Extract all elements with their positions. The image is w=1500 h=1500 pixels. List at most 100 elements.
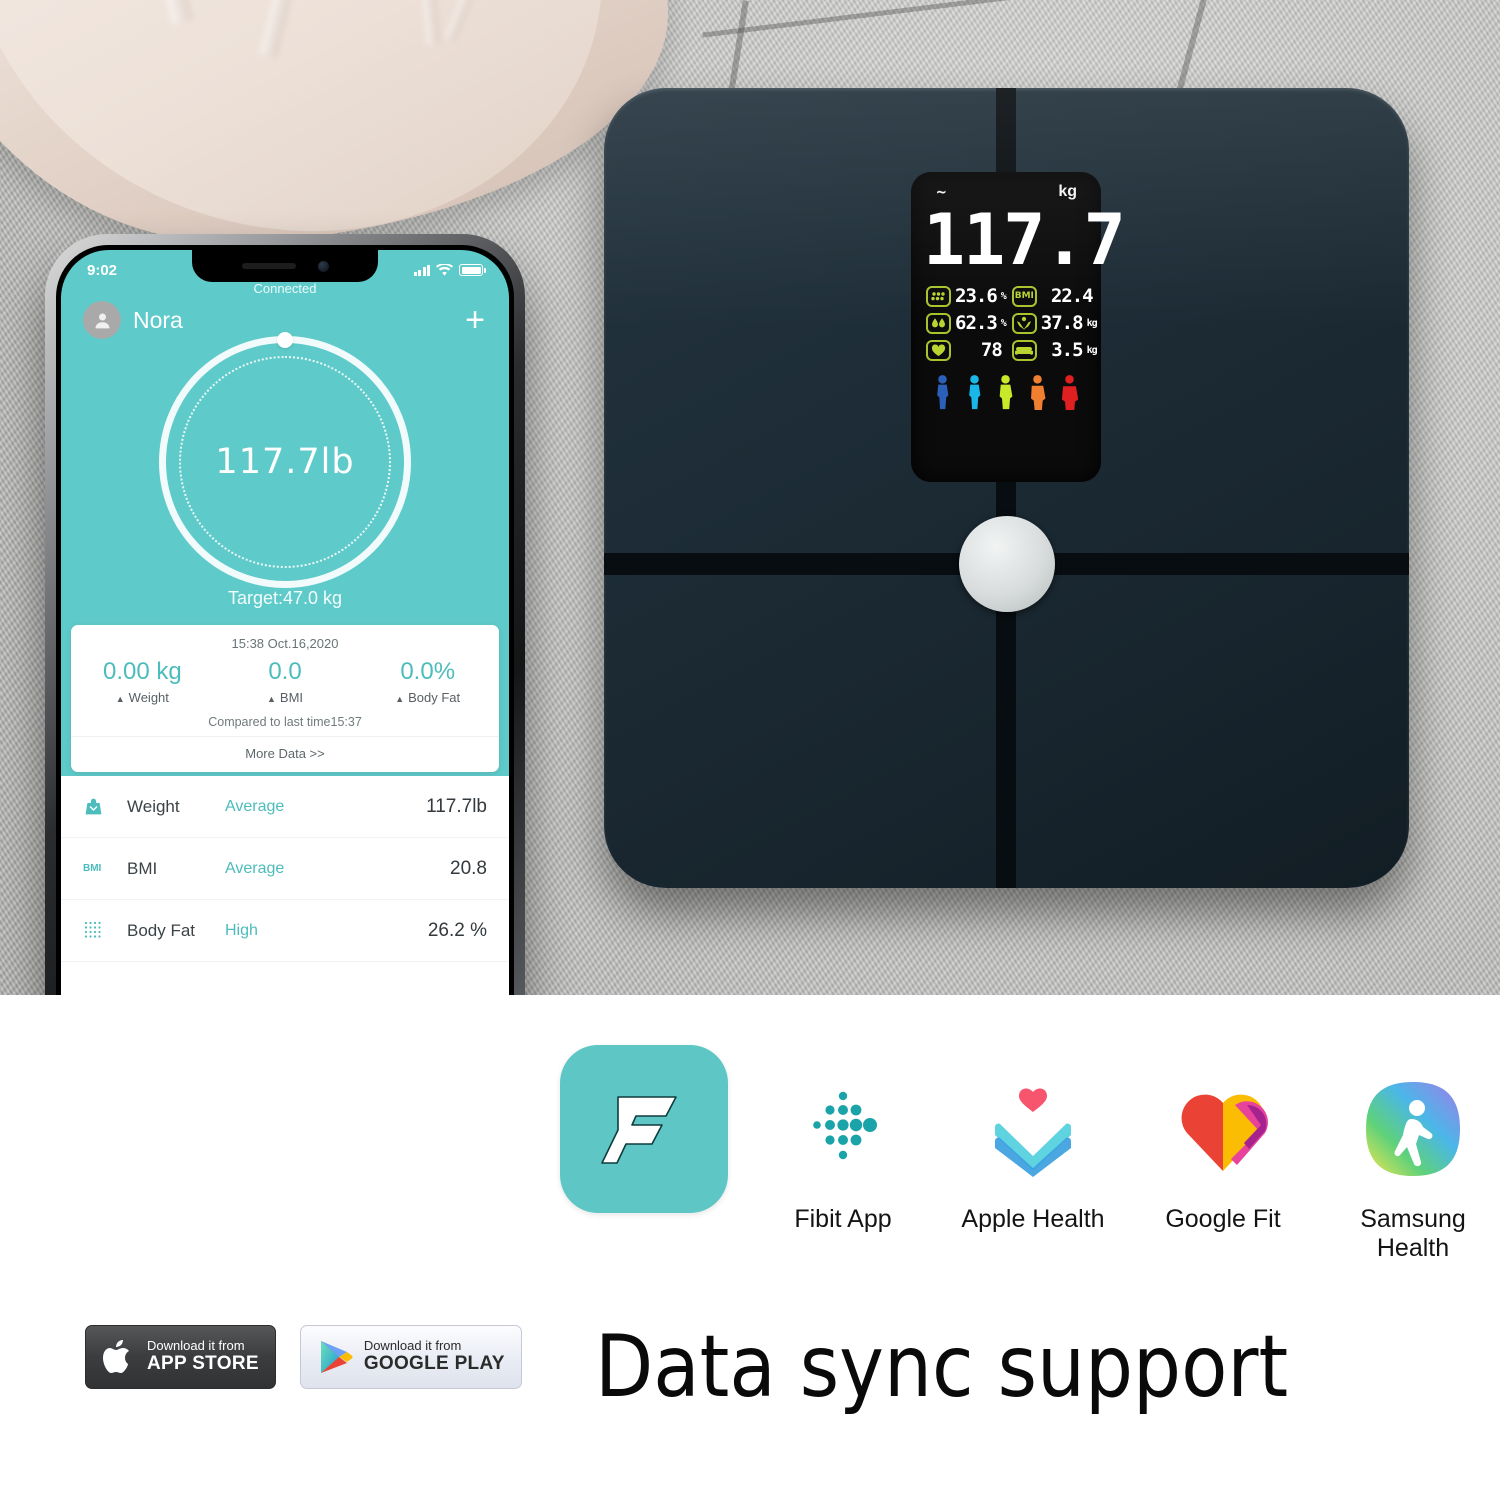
body-type-figure: [1031, 374, 1046, 410]
more-data-link[interactable]: More Data >>: [71, 737, 499, 772]
app-icon-wrap: [1171, 1063, 1275, 1195]
app-store-badge[interactable]: Download it from APP STORE: [85, 1325, 276, 1389]
app-label: Fibit App: [794, 1205, 892, 1233]
photo-scene: ~ kg 117.7 23.6 % BMI 22.4 62.3 % 37.8 k…: [0, 0, 1500, 995]
bmi-text-icon: BMI: [83, 863, 102, 874]
delta-label: ▲ Weight: [115, 690, 169, 705]
badge-big-text: GOOGLE PLAY: [363, 1352, 505, 1374]
badge-texts: Download it from APP STORE: [147, 1339, 259, 1374]
app-item-fibit-logo: [560, 1045, 728, 1213]
store-badges-row: Download it from APP STORE Download it f…: [85, 1325, 522, 1389]
user-avatar-icon[interactable]: [83, 301, 121, 339]
led-weight-value: 117.7: [923, 199, 1126, 281]
led-metric-muscle: 37.8 kg: [1011, 312, 1098, 334]
measurement-date: 15:38 Oct.16,2020: [231, 636, 339, 651]
apple-health-icon: [995, 1088, 1071, 1177]
status-indicators: [413, 263, 486, 277]
delta-value: 0.0: [268, 658, 302, 685]
status-time: 9:02: [87, 261, 118, 279]
google-play-icon: [320, 1341, 353, 1373]
bone-icon: [1011, 339, 1037, 361]
led-metric-suffix: %: [1000, 290, 1007, 302]
scale-led-display: ~ kg 117.7 23.6 % BMI 22.4 62.3 % 37.8 k…: [911, 172, 1126, 482]
led-metric-body-fat: 23.6 %: [926, 285, 1007, 307]
list-item[interactable]: BMI BMI Average 20.8: [61, 838, 509, 900]
led-metric-water: 62.3 %: [926, 312, 1007, 334]
led-metric-suffix: kg: [1086, 344, 1098, 356]
app-item-fibit: Fibit App: [768, 1063, 918, 1234]
body-fat-dots-icon: [83, 920, 117, 942]
badge-texts: Download it from GOOGLE PLAY: [364, 1339, 505, 1374]
user-name-label: Nora: [133, 306, 183, 333]
app-icon-wrap: [981, 1063, 1085, 1195]
app-item-google-fit: Google Fit: [1148, 1063, 1298, 1234]
delta-label: ▲ Body Fat: [395, 690, 461, 705]
metric-value: 26.2 %: [427, 919, 487, 941]
badge-big-text: APP STORE: [147, 1352, 259, 1374]
delta-stats-row: 0.00 kg ▲ Weight 0.0 ▲ BMI 0.0% ▲ Body Fat: [71, 651, 499, 708]
add-user-button[interactable]: +: [465, 303, 487, 337]
fabric-fold: [259, 0, 347, 59]
supported-apps-row: Fibit App Apple Health Google Fit Samsun…: [560, 1045, 1488, 1263]
samsung-health-icon: [1366, 1082, 1460, 1176]
delta-arrow-icon: ▲: [395, 694, 405, 704]
app-label: Google Fit: [1165, 1205, 1281, 1233]
list-item[interactable]: Body Fat High 26.2 %: [61, 900, 509, 962]
s-logo-icon: ~: [935, 183, 947, 201]
phone-screen: 9:02 Connected Nora + 117.7lb Target:47.…: [61, 250, 509, 995]
body-fat-icon: [926, 285, 951, 307]
app-icon-wrap: [560, 1045, 728, 1213]
app-label: Samsung Health: [1360, 1205, 1466, 1262]
google-play-badge[interactable]: Download it from GOOGLE PLAY: [299, 1325, 522, 1389]
delta-stat-body-fat: 0.0% ▲ Body Fat: [356, 658, 499, 705]
fabric-fold: [444, 0, 535, 42]
led-metric-value: 23.6: [955, 285, 998, 307]
metric-value: 117.7lb: [426, 795, 487, 817]
center-electrode-hub: [959, 516, 1055, 612]
led-metric-value: 37.8: [1040, 312, 1084, 334]
water-drop-icon: [926, 312, 951, 334]
led-metric-value: 22.4: [1050, 285, 1094, 307]
led-metrics-grid: 23.6 % BMI 22.4 62.3 % 37.8 kg 78 3.5 kg: [923, 285, 1098, 361]
weight-ring-container: 117.7lb: [61, 332, 509, 588]
fibit-logo-icon: [560, 1045, 728, 1213]
led-metric-suffix: %: [1000, 317, 1007, 329]
led-metric-heart-rate: 78: [926, 339, 1006, 361]
battery-icon: [459, 264, 486, 276]
delta-value: 0.0%: [400, 658, 456, 685]
comparison-note: Compared to last time15:37: [71, 708, 499, 737]
body-type-figure: [969, 374, 981, 409]
bottom-info-panel: Fibit App Apple Health Google Fit Samsun…: [0, 995, 1500, 1500]
wifi-icon: [436, 263, 453, 276]
app-icon-wrap: [1363, 1063, 1463, 1195]
list-filler: [61, 962, 509, 995]
delta-arrow-icon: ▲: [115, 694, 125, 704]
fabric-fold: [400, 0, 441, 45]
led-metric-value: 62.3: [955, 312, 998, 334]
metric-name: Body Fat: [127, 920, 196, 940]
led-metric-bone-mass: 3.5 kg: [1011, 339, 1098, 361]
progress-ring: 117.7lb: [159, 332, 411, 588]
target-weight-label: Target:47.0 kg: [227, 588, 343, 608]
led-body-type-indicators: [923, 370, 1089, 410]
led-metric-value: 3.5: [1051, 339, 1083, 361]
metric-name: BMI: [127, 858, 158, 878]
metric-rating: Average: [225, 797, 285, 815]
bmi-icon: BMI: [1011, 285, 1037, 307]
delta-stat-weight: 0.00 kg ▲ Weight: [71, 658, 214, 705]
page-title: Data sync support: [595, 1317, 1289, 1417]
fitbit-dots-icon: [813, 1091, 877, 1160]
phone-bezel: 9:02 Connected Nora + 117.7lb Target:47.…: [56, 245, 514, 995]
body-type-figure: [937, 374, 949, 409]
current-weight-value: 117.7lb: [215, 442, 355, 482]
led-metric-bmi: BMI 22.4: [1011, 285, 1097, 307]
status-bar: 9:02: [61, 250, 509, 284]
metric-value: 20.8: [450, 857, 487, 879]
body-type-figure: [1061, 374, 1078, 410]
smart-body-scale: ~ kg 117.7 23.6 % BMI 22.4 62.3 % 37.8 k…: [604, 88, 1409, 888]
heart-icon: [926, 339, 951, 361]
signal-bars-icon: [413, 264, 430, 276]
weight-scale-icon: [83, 796, 117, 817]
list-item[interactable]: Weight Average 117.7lb: [61, 776, 509, 838]
muscle-icon: [1011, 312, 1037, 334]
